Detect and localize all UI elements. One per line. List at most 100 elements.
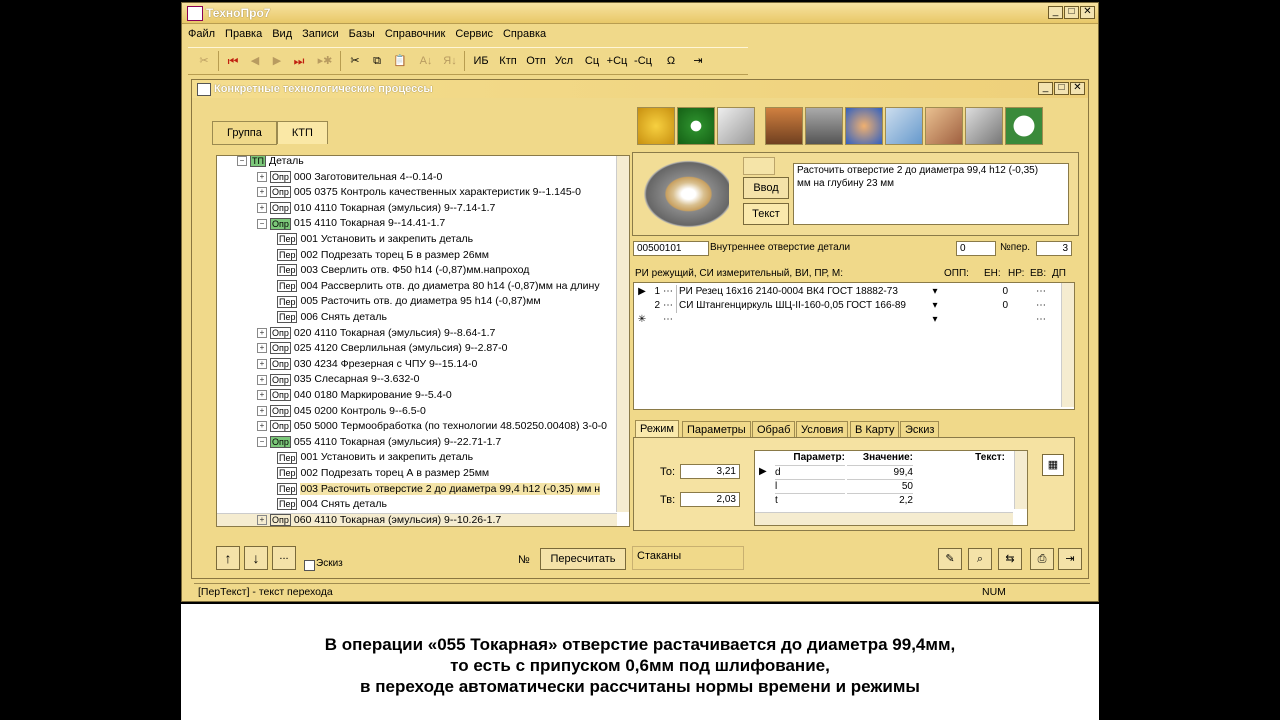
tab-mode[interactable]: Режим — [635, 420, 679, 437]
tree-node[interactable]: + Опр 005 0375 Контроль качественных харак… — [257, 185, 581, 200]
tree-node[interactable]: Пер 006 Снять деталь — [277, 310, 387, 325]
menu-bases[interactable]: Базы — [343, 25, 379, 40]
dropdown-icon[interactable]: ▾ — [930, 313, 940, 327]
tool-name-cell[interactable]: РИ Резец 16х16 2140-0004 ВК4 ГОСТ 18882-… — [676, 285, 939, 299]
maximize-button[interactable]: □ — [1064, 6, 1079, 19]
tv-field[interactable]: 2,03 — [680, 492, 740, 507]
tree-node[interactable]: + Опр 010 4110 Токарная (эмульсия) 9--7.14… — [257, 201, 495, 216]
add-sc-button[interactable]: +Сц — [606, 51, 628, 71]
expand-icon[interactable]: + — [257, 515, 267, 526]
expand-icon[interactable]: + — [257, 327, 267, 338]
mdi-minimize-button[interactable]: _ — [1038, 82, 1053, 95]
expand-icon[interactable]: + — [257, 390, 267, 401]
omega-button[interactable]: Ω — [662, 51, 680, 71]
tool-row-ellipsis[interactable]: ⋯ — [662, 313, 674, 327]
insert-record-icon[interactable]: ▸✱ — [314, 51, 336, 71]
value-cell[interactable]: 50 — [847, 479, 913, 494]
clock-icon[interactable] — [1005, 107, 1043, 145]
move-up-button[interactable]: ↑ — [216, 546, 240, 570]
gear-green-icon[interactable] — [677, 107, 715, 145]
expand-icon[interactable]: + — [257, 359, 267, 370]
expand-icon[interactable]: + — [257, 421, 267, 432]
tool-row-more[interactable]: ⋯ — [1034, 285, 1048, 299]
expand-icon[interactable]: + — [257, 203, 267, 214]
menu-reference[interactable]: Справочник — [379, 25, 450, 40]
find-icon[interactable]: ⌕ — [968, 548, 992, 570]
mdi-close-button[interactable]: ✕ — [1070, 82, 1085, 95]
sort-desc-icon[interactable]: Я↓ — [440, 51, 460, 71]
tree-node[interactable]: Пер 003 Расточить отверстие 2 до диаметра… — [277, 482, 601, 497]
menu-view[interactable]: Вид — [266, 25, 296, 40]
copy-icon[interactable]: ⧉ — [368, 51, 386, 71]
menu-file[interactable]: Файл — [182, 25, 219, 40]
calculator-icon[interactable]: ▦ — [1042, 454, 1064, 476]
tree-node[interactable]: Пер 002 Подрезать торец А в размер 25мм — [277, 466, 489, 481]
workers-icon[interactable] — [845, 107, 883, 145]
cut-icon[interactable]: ✂ — [346, 51, 364, 71]
mode-hscrollbar[interactable] — [755, 512, 1013, 525]
tree-node[interactable]: + Опр 020 4110 Токарная (эмульсия) 9--8.64… — [257, 326, 495, 341]
tree-node[interactable]: + Опр 000 Заготовительная 4--0.14-0 — [257, 170, 442, 185]
param-cell[interactable]: l — [775, 479, 845, 494]
dropdown-icon[interactable]: ▾ — [930, 299, 940, 313]
tool-row-ellipsis[interactable]: ⋯ — [662, 299, 674, 313]
wrench-icon[interactable] — [965, 107, 1003, 145]
tree-node[interactable]: Пер 001 Установить и закрепить деталь — [277, 232, 473, 247]
collapse-icon[interactable]: − — [257, 437, 267, 448]
tree-node[interactable]: − ТП Деталь — [237, 156, 304, 169]
code-select[interactable]: 00500101 — [633, 241, 709, 256]
tree-node[interactable]: + Опр 040 0180 Маркирование 9--5.4-0 — [257, 388, 452, 403]
tree-node[interactable]: + Опр 035 Слесарная 9--3.632-0 — [257, 372, 420, 387]
usl-button[interactable]: Усл — [552, 51, 576, 71]
next-record-icon[interactable]: ▶ — [268, 51, 286, 71]
tree-vscrollbar[interactable] — [616, 156, 629, 512]
sketch-checkbox[interactable] — [304, 560, 315, 571]
tree-node[interactable]: + Опр 025 4120 Сверлильная (эмульсия) 9--2… — [257, 341, 507, 356]
tool-row-ellipsis[interactable]: ⋯ — [662, 285, 674, 299]
ib-button[interactable]: ИБ — [470, 51, 492, 71]
edit-doc-icon[interactable]: ✎ — [938, 548, 962, 570]
transfer-icon[interactable]: ⇆ — [998, 548, 1022, 570]
more-button[interactable]: ... — [272, 546, 296, 570]
tab-group[interactable]: Группа — [212, 121, 277, 145]
menu-records[interactable]: Записи — [296, 25, 343, 40]
value-cell[interactable]: 2,2 — [847, 493, 913, 508]
param-cell[interactable]: d — [775, 465, 845, 480]
move-down-button[interactable]: ↓ — [244, 546, 268, 570]
expand-icon[interactable]: + — [257, 405, 267, 416]
tool-row-more[interactable]: ⋯ — [1034, 313, 1048, 327]
transition-text-field[interactable]: Расточить отверстие 2 до диаметра 99,4 h… — [793, 163, 1069, 225]
tool-icon[interactable] — [805, 107, 843, 145]
cut-record-icon[interactable]: ✂ — [194, 51, 214, 71]
tree-node[interactable]: Пер 004 Рассверлить отв. до диаметра 80 h… — [277, 279, 600, 294]
tree-node[interactable]: − Опр 055 4110 Токарная (эмульсия) 9--22.7… — [257, 435, 501, 450]
paste-icon[interactable]: 📋 — [390, 51, 410, 71]
tree-node[interactable]: + Опр 045 0200 Контроль 9--6.5-0 — [257, 404, 426, 419]
text-button[interactable]: Текст — [743, 203, 789, 225]
mdi-maximize-button[interactable]: □ — [1054, 82, 1069, 95]
tab-ktp[interactable]: КТП — [276, 121, 328, 144]
tool-value-cell[interactable]: 0 — [986, 299, 1008, 313]
pipes-icon[interactable] — [717, 107, 755, 145]
exit-icon[interactable]: ⇥ — [688, 51, 708, 71]
mode-vscrollbar[interactable] — [1014, 451, 1027, 509]
hand-icon[interactable] — [925, 107, 963, 145]
value-cell[interactable]: 99,4 — [847, 465, 913, 480]
expand-icon[interactable]: + — [257, 187, 267, 198]
to-field[interactable]: 3,21 — [680, 464, 740, 479]
tree-node[interactable]: Пер 003 Сверлить отв. Ф50 h14 (-0,87)мм.н… — [277, 263, 529, 278]
tool-value-cell[interactable]: 0 — [986, 285, 1008, 299]
prev-record-icon[interactable]: ◀ — [246, 51, 264, 71]
tool-row-more[interactable]: ⋯ — [1034, 299, 1048, 313]
tree-node[interactable]: − Опр 015 4110 Токарная 9--14.41-1.7 — [257, 216, 445, 231]
gear-yellow-icon[interactable] — [637, 107, 675, 145]
sort-asc-icon[interactable]: A↓ — [416, 51, 436, 71]
first-record-icon[interactable]: ⏮ — [224, 51, 242, 71]
nper-field[interactable]: 3 — [1036, 241, 1072, 256]
vvod-button[interactable]: Ввод — [743, 177, 789, 199]
tree-node[interactable]: Пер 002 Подрезать торец Б в размер 26мм — [277, 248, 489, 263]
menu-service[interactable]: Сервис — [449, 25, 497, 40]
menu-edit[interactable]: Правка — [219, 25, 266, 40]
last-record-icon[interactable]: ⏭ — [290, 51, 308, 71]
close-button[interactable]: ✕ — [1080, 6, 1095, 19]
